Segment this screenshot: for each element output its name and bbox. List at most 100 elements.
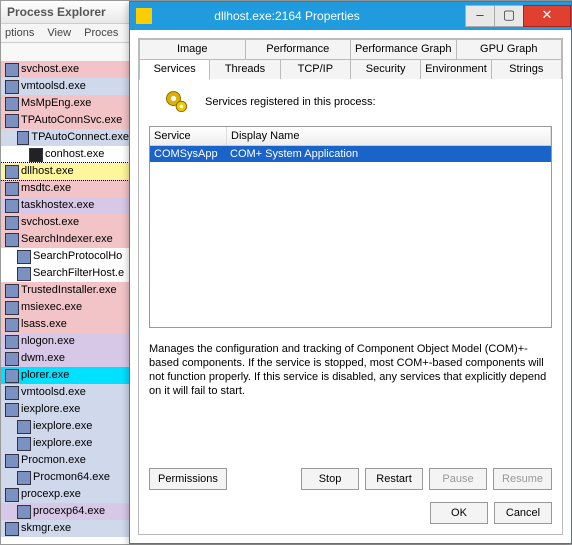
process-row[interactable]: dllhost.exe (1, 163, 129, 180)
tab-environment[interactable]: Environment (420, 59, 491, 79)
process-row[interactable]: procexp64.exe (1, 503, 129, 520)
process-icon (5, 199, 19, 213)
process-icon (29, 148, 43, 162)
tab-threads[interactable]: Threads (209, 59, 280, 79)
process-label: dllhost.exe (21, 163, 74, 180)
process-icon (5, 80, 19, 94)
stop-button[interactable]: Stop (301, 468, 359, 490)
process-icon (5, 97, 19, 111)
process-icon (5, 165, 19, 179)
process-icon (5, 369, 19, 383)
process-label: TPAutoConnect.exe (31, 129, 129, 146)
process-label: dwm.exe (21, 350, 65, 367)
ok-button[interactable]: OK (430, 502, 488, 524)
process-row[interactable]: Procmon64.exe (1, 469, 129, 486)
process-row[interactable]: SearchFilterHost.e (1, 265, 129, 282)
process-label: svchost.exe (21, 214, 79, 231)
process-label: nlogon.exe (21, 333, 75, 350)
tab-tcp/ip[interactable]: TCP/IP (280, 59, 351, 79)
process-row[interactable]: msdtc.exe (1, 180, 129, 197)
process-label: lsass.exe (21, 316, 67, 333)
process-row[interactable]: TPAutoConnSvc.exe (1, 112, 129, 129)
cancel-button[interactable]: Cancel (494, 502, 552, 524)
process-icon (17, 437, 31, 451)
process-label: SearchProtocolHo (33, 248, 122, 265)
permissions-button[interactable]: Permissions (149, 468, 227, 490)
process-label: procexp.exe (21, 486, 81, 503)
tab-gpu-graph[interactable]: GPU Graph (456, 39, 563, 59)
process-row[interactable]: MsMpEng.exe (1, 95, 129, 112)
process-icon (5, 284, 19, 298)
maximize-button[interactable]: ▢ (494, 5, 524, 27)
tab-performance-graph[interactable]: Performance Graph (350, 39, 457, 59)
tab-services[interactable]: Services (139, 59, 210, 80)
menu-process[interactable]: Proces (84, 27, 118, 39)
restart-button[interactable]: Restart (365, 468, 423, 490)
process-row[interactable]: svchost.exe (1, 214, 129, 231)
process-row[interactable]: SearchIndexer.exe (1, 231, 129, 248)
process-label: iexplore.exe (33, 435, 92, 452)
service-description: Manages the configuration and tracking o… (149, 342, 552, 398)
process-row[interactable]: msiexec.exe (1, 299, 129, 316)
tab-image[interactable]: Image (139, 39, 246, 59)
tab-performance[interactable]: Performance (245, 39, 352, 59)
process-label: msdtc.exe (21, 180, 71, 197)
process-icon (5, 182, 19, 196)
process-icon (5, 488, 19, 502)
process-row[interactable]: iexplore.exe (1, 401, 129, 418)
process-row[interactable]: TPAutoConnect.exe (1, 129, 129, 146)
process-icon (17, 505, 31, 519)
process-label: plorer.exe (21, 367, 69, 384)
process-row[interactable]: nlogon.exe (1, 333, 129, 350)
process-row[interactable]: plorer.exe (1, 367, 129, 384)
process-row[interactable]: TrustedInstaller.exe (1, 282, 129, 299)
process-label: vmtoolsd.exe (21, 78, 86, 95)
process-row[interactable]: dwm.exe (1, 350, 129, 367)
process-row[interactable]: iexplore.exe (1, 418, 129, 435)
list-header[interactable]: Service Display Name (150, 127, 551, 146)
process-row[interactable]: iexplore.exe (1, 435, 129, 452)
process-row[interactable]: Procmon.exe (1, 452, 129, 469)
service-row[interactable]: COMSysAppCOM+ System Application (150, 146, 551, 162)
process-row[interactable]: procexp.exe (1, 486, 129, 503)
close-button[interactable]: ✕ (523, 5, 571, 27)
col-service[interactable]: Service (150, 127, 227, 145)
tab-security[interactable]: Security (350, 59, 421, 79)
pause-button: Pause (429, 468, 487, 490)
process-label: TPAutoConnSvc.exe (21, 112, 122, 129)
process-icon (5, 318, 19, 332)
process-label: iexplore.exe (21, 401, 80, 418)
process-row[interactable]: conhost.exe (1, 146, 129, 163)
process-row[interactable]: svchost.exe (1, 61, 129, 78)
process-icon (5, 63, 19, 77)
tab-strings[interactable]: Strings (491, 59, 562, 79)
process-tree[interactable]: svchost.exevmtoolsd.exeMsMpEng.exeTPAuto… (1, 61, 130, 544)
process-icon (5, 301, 19, 315)
process-label: procexp64.exe (33, 503, 105, 520)
process-icon (5, 403, 19, 417)
process-row[interactable]: SearchProtocolHo (1, 248, 129, 265)
process-row[interactable]: lsass.exe (1, 316, 129, 333)
process-label: Procmon.exe (21, 452, 86, 469)
services-list[interactable]: Service Display Name COMSysAppCOM+ Syste… (149, 126, 552, 328)
process-icon (17, 420, 31, 434)
process-label: skmgr.exe (21, 520, 71, 537)
col-display-name[interactable]: Display Name (227, 127, 551, 145)
menu-options[interactable]: ptions (5, 27, 34, 39)
process-icon (17, 471, 31, 485)
process-row[interactable]: vmtoolsd.exe (1, 384, 129, 401)
dialog-titlebar[interactable]: dllhost.exe:2164 Properties – ▢ ✕ (130, 2, 571, 30)
process-label: vmtoolsd.exe (21, 384, 86, 401)
menu-view[interactable]: View (47, 27, 71, 39)
minimize-button[interactable]: – (465, 5, 495, 27)
process-icon (17, 250, 31, 264)
process-icon (5, 454, 19, 468)
process-icon (5, 335, 19, 349)
process-label: iexplore.exe (33, 418, 92, 435)
process-row[interactable]: vmtoolsd.exe (1, 78, 129, 95)
services-header: Services registered in this process: (205, 96, 376, 108)
process-row[interactable]: skmgr.exe (1, 520, 129, 537)
process-row[interactable]: taskhostex.exe (1, 197, 129, 214)
process-icon (5, 216, 19, 230)
process-label: TrustedInstaller.exe (21, 282, 117, 299)
